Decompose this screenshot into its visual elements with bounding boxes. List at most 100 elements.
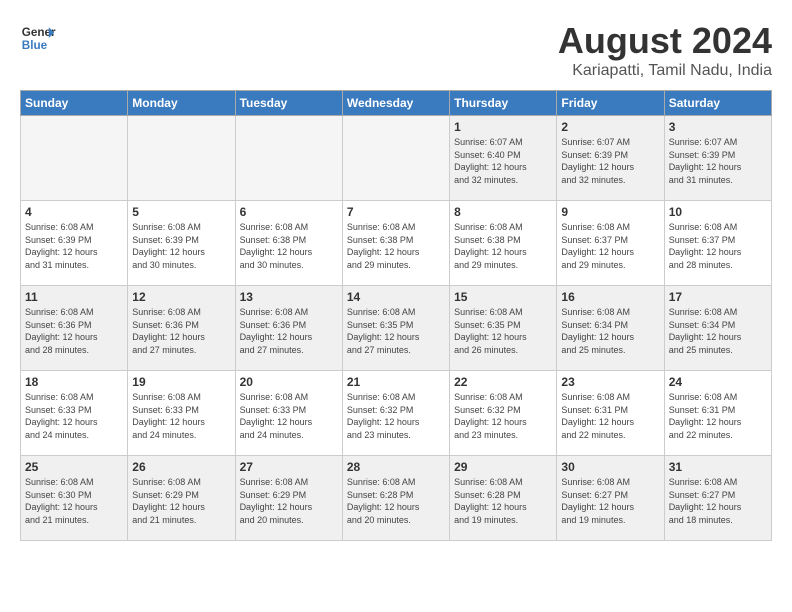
calendar-table: SundayMondayTuesdayWednesdayThursdayFrid…	[20, 90, 772, 541]
calendar-cell: 24Sunrise: 6:08 AM Sunset: 6:31 PM Dayli…	[664, 371, 771, 456]
day-detail: Sunrise: 6:08 AM Sunset: 6:33 PM Dayligh…	[25, 391, 123, 441]
day-number: 15	[454, 290, 552, 304]
day-detail: Sunrise: 6:07 AM Sunset: 6:39 PM Dayligh…	[561, 136, 659, 186]
calendar-cell: 14 Sunrise: 6:08 AM Sunset: 6:35 PM Dayli…	[342, 286, 449, 371]
calendar-cell: 1 Sunrise: 6:07 AM Sunset: 6:40 PM Daylig…	[450, 116, 557, 201]
calendar-cell	[342, 116, 449, 201]
day-detail: Sunrise: 6:08 AM Sunset: 6:35 PM Dayligh…	[454, 306, 552, 356]
weekday-header-monday: Monday	[128, 91, 235, 116]
day-detail: Sunrise: 6:08 AM Sunset: 6:33 PM Dayligh…	[132, 391, 230, 441]
calendar-cell: 8 Sunrise: 6:08 AM Sunset: 6:38 PM Daylig…	[450, 201, 557, 286]
day-detail: Sunrise: 6:07 AM Sunset: 6:39 PM Dayligh…	[669, 136, 767, 186]
calendar-cell: 20 Sunrise: 6:08 AM Sunset: 6:33 PM Dayli…	[235, 371, 342, 456]
day-detail: Sunrise: 6:08 AM Sunset: 6:38 PM Dayligh…	[347, 221, 445, 271]
svg-text:Blue: Blue	[22, 39, 48, 52]
calendar-cell: 16 Sunrise: 6:08 AM Sunset: 6:34 PM Dayli…	[557, 286, 664, 371]
day-number: 7	[347, 205, 445, 219]
day-detail: Sunrise: 6:08 AM Sunset: 6:37 PM Dayligh…	[561, 221, 659, 271]
calendar-cell: 31 Sunrise: 6:08 AM Sunset: 6:27 PM Dayli…	[664, 456, 771, 541]
calendar-cell: 21 Sunrise: 6:08 AM Sunset: 6:32 PM Dayli…	[342, 371, 449, 456]
day-number: 22	[454, 375, 552, 389]
calendar-cell: 2 Sunrise: 6:07 AM Sunset: 6:39 PM Daylig…	[557, 116, 664, 201]
day-number: 6	[240, 205, 338, 219]
day-detail: Sunrise: 6:08 AM Sunset: 6:34 PM Dayligh…	[561, 306, 659, 356]
calendar-cell: 19 Sunrise: 6:08 AM Sunset: 6:33 PM Dayli…	[128, 371, 235, 456]
calendar-cell: 12Sunrise: 6:08 AM Sunset: 6:36 PM Dayli…	[128, 286, 235, 371]
day-detail: Sunrise: 6:08 AM Sunset: 6:30 PM Dayligh…	[25, 476, 123, 526]
day-number: 23	[561, 375, 659, 389]
day-detail: Sunrise: 6:08 AM Sunset: 6:39 PM Dayligh…	[25, 221, 123, 271]
day-detail: Sunrise: 6:07 AM Sunset: 6:40 PM Dayligh…	[454, 136, 552, 186]
calendar-cell: 27 Sunrise: 6:08 AM Sunset: 6:29 PM Dayli…	[235, 456, 342, 541]
day-number: 28	[347, 460, 445, 474]
day-number: 12	[132, 290, 230, 304]
day-detail: Sunrise: 6:08 AM Sunset: 6:35 PM Dayligh…	[347, 306, 445, 356]
day-number: 1	[454, 120, 552, 134]
page-header: General Blue August 2024 Kariapatti, Tam…	[20, 20, 772, 80]
calendar-cell: 10 Sunrise: 6:08 AM Sunset: 6:37 PM Dayli…	[664, 201, 771, 286]
calendar-cell: 9 Sunrise: 6:08 AM Sunset: 6:37 PM Daylig…	[557, 201, 664, 286]
day-detail: Sunrise: 6:08 AM Sunset: 6:36 PM Dayligh…	[25, 306, 123, 356]
day-number: 25	[25, 460, 123, 474]
day-detail: Sunrise: 6:08 AM Sunset: 6:28 PM Dayligh…	[347, 476, 445, 526]
calendar-cell: 22Sunrise: 6:08 AM Sunset: 6:32 PM Dayli…	[450, 371, 557, 456]
title-area: August 2024 Kariapatti, Tamil Nadu, Indi…	[558, 20, 772, 80]
day-detail: Sunrise: 6:08 AM Sunset: 6:29 PM Dayligh…	[240, 476, 338, 526]
day-number: 16	[561, 290, 659, 304]
day-detail: Sunrise: 6:08 AM Sunset: 6:34 PM Dayligh…	[669, 306, 767, 356]
day-number: 4	[25, 205, 123, 219]
calendar-cell: 4 Sunrise: 6:08 AM Sunset: 6:39 PM Daylig…	[21, 201, 128, 286]
calendar-cell	[128, 116, 235, 201]
day-number: 19	[132, 375, 230, 389]
location-title: Kariapatti, Tamil Nadu, India	[558, 62, 772, 80]
day-number: 9	[561, 205, 659, 219]
day-detail: Sunrise: 6:08 AM Sunset: 6:27 PM Dayligh…	[669, 476, 767, 526]
calendar-cell: 29 Sunrise: 6:08 AM Sunset: 6:28 PM Dayli…	[450, 456, 557, 541]
day-number: 17	[669, 290, 767, 304]
day-detail: Sunrise: 6:08 AM Sunset: 6:37 PM Dayligh…	[669, 221, 767, 271]
day-detail: Sunrise: 6:08 AM Sunset: 6:28 PM Dayligh…	[454, 476, 552, 526]
day-number: 13	[240, 290, 338, 304]
logo-icon: General Blue	[20, 20, 56, 56]
day-detail: Sunrise: 6:08 AM Sunset: 6:38 PM Dayligh…	[240, 221, 338, 271]
day-detail: Sunrise: 6:08 AM Sunset: 6:31 PM Dayligh…	[561, 391, 659, 441]
calendar-cell: 11 Sunrise: 6:08 AM Sunset: 6:36 PM Dayli…	[21, 286, 128, 371]
calendar-cell: 17 Sunrise: 6:08 AM Sunset: 6:34 PM Dayli…	[664, 286, 771, 371]
day-number: 29	[454, 460, 552, 474]
day-number: 5	[132, 205, 230, 219]
day-number: 21	[347, 375, 445, 389]
weekday-header-wednesday: Wednesday	[342, 91, 449, 116]
day-number: 30	[561, 460, 659, 474]
calendar-cell: 3Sunrise: 6:07 AM Sunset: 6:39 PM Daylig…	[664, 116, 771, 201]
day-number: 31	[669, 460, 767, 474]
day-detail: Sunrise: 6:08 AM Sunset: 6:33 PM Dayligh…	[240, 391, 338, 441]
day-number: 14	[347, 290, 445, 304]
day-number: 2	[561, 120, 659, 134]
calendar-cell: 6 Sunrise: 6:08 AM Sunset: 6:38 PM Daylig…	[235, 201, 342, 286]
weekday-header-tuesday: Tuesday	[235, 91, 342, 116]
calendar-cell: 13 Sunrise: 6:08 AM Sunset: 6:36 PM Dayli…	[235, 286, 342, 371]
day-detail: Sunrise: 6:08 AM Sunset: 6:32 PM Dayligh…	[347, 391, 445, 441]
day-detail: Sunrise: 6:08 AM Sunset: 6:36 PM Dayligh…	[240, 306, 338, 356]
weekday-header-saturday: Saturday	[664, 91, 771, 116]
calendar-cell: 18Sunrise: 6:08 AM Sunset: 6:33 PM Dayli…	[21, 371, 128, 456]
calendar-cell: 7 Sunrise: 6:08 AM Sunset: 6:38 PM Daylig…	[342, 201, 449, 286]
day-number: 24	[669, 375, 767, 389]
calendar-cell	[21, 116, 128, 201]
calendar-cell: 26Sunrise: 6:08 AM Sunset: 6:29 PM Dayli…	[128, 456, 235, 541]
day-number: 8	[454, 205, 552, 219]
calendar-cell: 15 Sunrise: 6:08 AM Sunset: 6:35 PM Dayli…	[450, 286, 557, 371]
weekday-header-friday: Friday	[557, 91, 664, 116]
day-number: 11	[25, 290, 123, 304]
day-number: 20	[240, 375, 338, 389]
calendar-cell: 25 Sunrise: 6:08 AM Sunset: 6:30 PM Dayli…	[21, 456, 128, 541]
calendar-cell	[235, 116, 342, 201]
calendar-cell: 28 Sunrise: 6:08 AM Sunset: 6:28 PM Dayli…	[342, 456, 449, 541]
day-detail: Sunrise: 6:08 AM Sunset: 6:38 PM Dayligh…	[454, 221, 552, 271]
day-number: 10	[669, 205, 767, 219]
month-title: August 2024	[558, 20, 772, 62]
day-number: 26	[132, 460, 230, 474]
logo: General Blue	[20, 20, 60, 56]
day-number: 27	[240, 460, 338, 474]
weekday-header-sunday: Sunday	[21, 91, 128, 116]
